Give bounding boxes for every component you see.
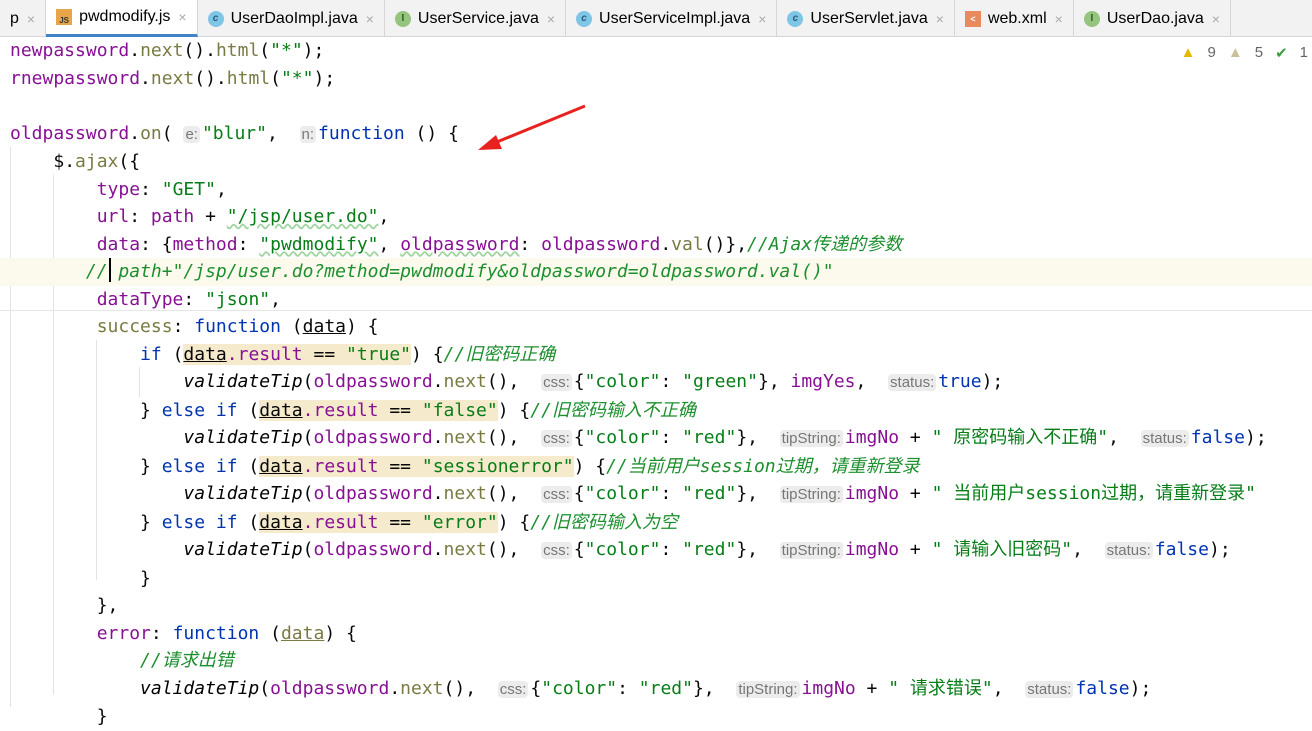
annotation-arrow xyxy=(478,104,586,150)
